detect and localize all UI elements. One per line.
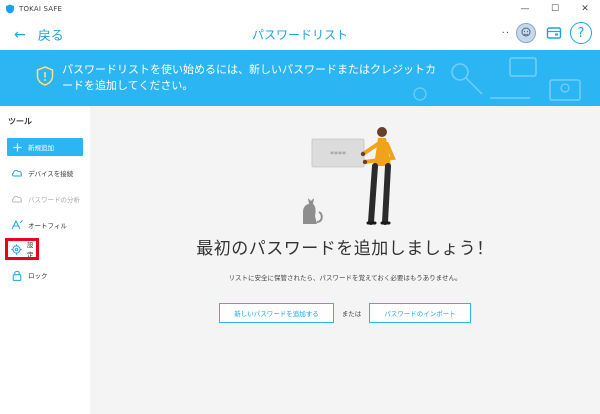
sidebar-item-connect-device[interactable]: デバイスを接続 — [7, 164, 83, 182]
empty-state-description: リストに安全に保管されたら、パスワードを覚えておく必要はもうありません。 — [228, 274, 462, 282]
minimize-button[interactable]: — — [510, 0, 540, 18]
import-passwords-button[interactable]: パスワードのインポート — [369, 303, 471, 323]
back-arrow-icon: ← — [14, 26, 26, 43]
sidebar-item-label: パスワードの分析 — [28, 196, 80, 204]
plus-icon — [11, 141, 23, 153]
main-content: **** 最初のパスワードを追加しましょう！ リストに安全に保管されたら、パスワ… — [90, 106, 600, 414]
sidebar: ツール 新規追加 デバイスを接続 パスワードの分析 オートフィル 設定 ロック — [0, 106, 90, 414]
info-banner: パスワードリストを使い始めるには、新しいパスワードまたはクレジットカードを追加し… — [0, 50, 600, 106]
app-header: ← 戻る パスワードリスト ·· ? — [0, 18, 600, 50]
back-label: 戻る — [37, 29, 64, 44]
empty-state-actions: 新しいパスワードを追加する または パスワードのインポート — [90, 303, 600, 323]
more-dots[interactable]: ·· — [502, 28, 510, 39]
sidebar-item-label: デバイスを接続 — [28, 170, 74, 178]
cloud-sync-icon — [11, 167, 23, 179]
banner-text: パスワードリストを使い始めるには、新しいパスワードまたはクレジットカードを追加し… — [62, 63, 436, 92]
help-button[interactable]: ? — [570, 22, 592, 44]
sidebar-item-label: オートフィル — [28, 222, 67, 230]
maximize-button[interactable]: ☐ — [540, 0, 570, 18]
empty-state-headline: 最初のパスワードを追加しましょう！ — [196, 239, 494, 259]
header-actions: ·· ? — [502, 22, 592, 44]
warning-shield-icon — [36, 66, 54, 86]
sidebar-item-settings[interactable]: 設定 — [5, 238, 39, 260]
or-label: または — [341, 310, 362, 318]
avatar[interactable] — [516, 23, 536, 43]
window-controls: — ☐ ✕ — [510, 0, 600, 18]
user-face-icon — [521, 27, 531, 37]
autofill-icon — [11, 219, 23, 231]
sidebar-item-lock[interactable]: ロック — [7, 266, 83, 284]
title-bar: TOKAI SAFE — ☐ ✕ — [0, 0, 600, 18]
sidebar-item-autofill[interactable]: オートフィル — [7, 216, 83, 234]
app-name: TOKAI SAFE — [19, 5, 63, 13]
back-button[interactable]: ← 戻る — [14, 25, 64, 45]
sidebar-item-password-analysis[interactable]: パスワードの分析 — [7, 190, 83, 208]
wallet-button[interactable] — [544, 23, 564, 43]
sidebar-heading: ツール — [8, 117, 32, 126]
sidebar-item-label: 設定 — [27, 241, 34, 259]
gear-icon — [11, 243, 22, 255]
person-holding-card-illustration: **** — [303, 127, 396, 225]
sidebar-item-label: 新規追加 — [28, 144, 54, 152]
close-button[interactable]: ✕ — [570, 0, 600, 18]
sidebar-item-add-new[interactable]: 新規追加 — [7, 138, 83, 156]
wallet-icon — [546, 27, 562, 39]
add-password-button[interactable]: 新しいパスワードを追加する — [219, 303, 334, 323]
shield-logo-icon — [6, 4, 14, 14]
lock-icon — [11, 269, 23, 281]
card-mask-text: **** — [330, 150, 346, 159]
sidebar-item-label: ロック — [28, 272, 48, 280]
cat-icon — [303, 198, 323, 224]
analysis-icon — [11, 193, 23, 205]
